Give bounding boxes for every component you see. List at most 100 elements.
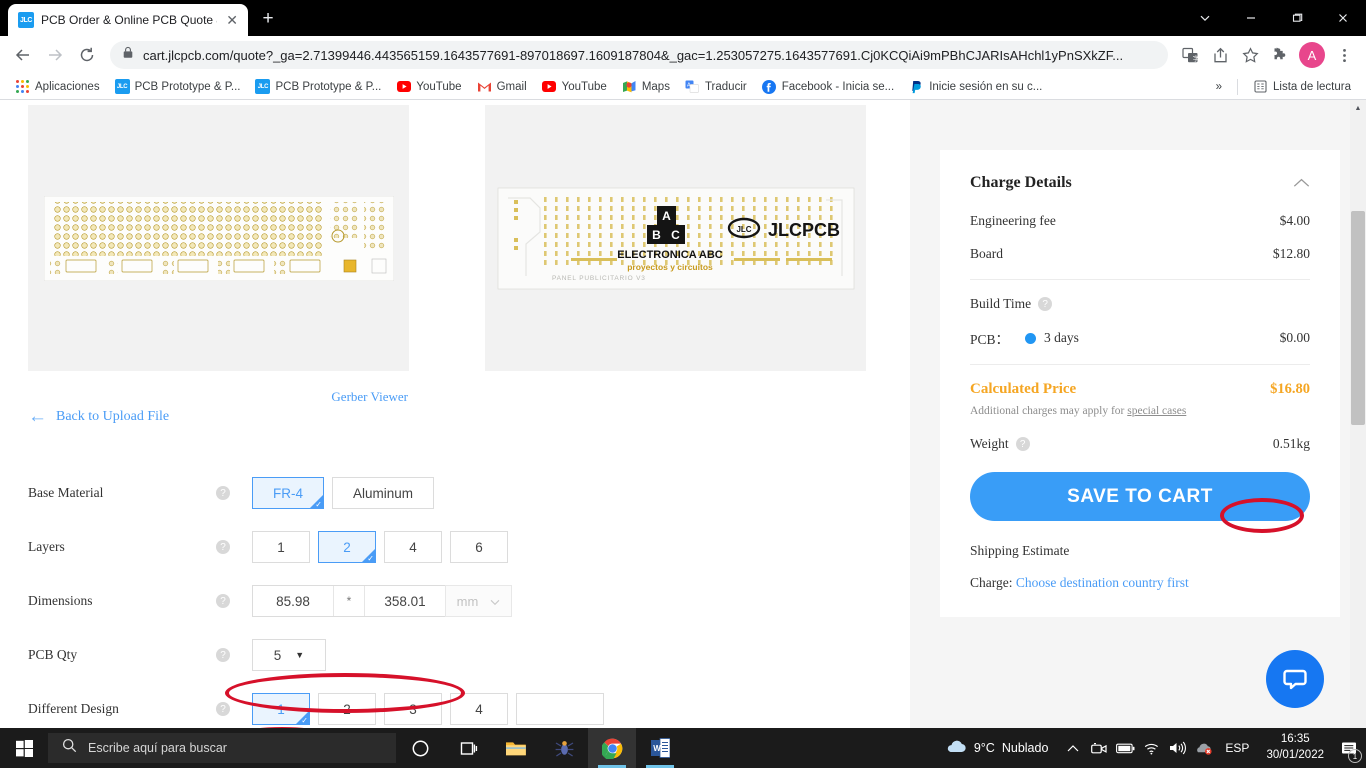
- base-material-option-aluminum[interactable]: Aluminum: [332, 477, 434, 509]
- dimension-unit-select[interactable]: mm: [445, 585, 512, 617]
- avatar[interactable]: A: [1299, 42, 1325, 68]
- word-button[interactable]: W: [636, 728, 684, 768]
- help-icon[interactable]: ?: [1015, 437, 1030, 451]
- bookmark-item-youtube-2[interactable]: YouTube: [536, 76, 613, 97]
- special-cases-link[interactable]: special cases: [1127, 405, 1186, 417]
- language-indicator[interactable]: ESP: [1216, 741, 1258, 755]
- option-label: 1: [277, 539, 285, 555]
- bookmark-item-gmail[interactable]: Gmail: [471, 76, 533, 97]
- different-design-option-4[interactable]: 4: [450, 693, 508, 725]
- svg-text:JLC: JLC: [736, 225, 751, 234]
- build-time-row: Build Time ?: [970, 296, 1310, 312]
- different-design-option-2[interactable]: 2: [318, 693, 376, 725]
- task-view-button[interactable]: [444, 728, 492, 768]
- cortana-button[interactable]: [396, 728, 444, 768]
- back-to-upload-row[interactable]: ← Back to Upload File: [0, 405, 910, 426]
- forward-navigation-icon[interactable]: [40, 40, 70, 70]
- clock-widget[interactable]: 16:35 30/01/2022: [1258, 732, 1332, 763]
- base-material-option-fr4[interactable]: FR-4 ✓: [252, 477, 324, 509]
- notification-count-badge: 1: [1348, 749, 1362, 763]
- help-icon[interactable]: ?: [216, 648, 230, 662]
- minimize-icon[interactable]: [1228, 0, 1274, 36]
- dimension-width-input[interactable]: 85.98: [253, 586, 333, 616]
- scrollbar-thumb[interactable]: [1351, 211, 1365, 425]
- charge-label: Board: [970, 246, 1003, 261]
- share-icon[interactable]: [1206, 41, 1234, 69]
- chevron-down-icon[interactable]: [1182, 0, 1228, 36]
- summary-column: Charge Details Engineering fee $4.00 Boa…: [910, 100, 1350, 740]
- charge-value: $4.00: [1279, 213, 1310, 228]
- layers-option-1[interactable]: 1: [252, 531, 310, 563]
- dimensions-inputs: 85.98 * 358.01: [252, 585, 446, 617]
- layers-option-4[interactable]: 4: [384, 531, 442, 563]
- bookmark-item-pcb-prototype-2[interactable]: JLC PCB Prototype & P...: [249, 76, 387, 97]
- pcb-silkscreen-render-icon: A B C ELECTRONICA ABC proyectos y circui…: [497, 187, 854, 289]
- notifications-button[interactable]: 1: [1332, 728, 1366, 768]
- bookmark-label: Facebook - Inicia se...: [781, 80, 895, 93]
- svg-text:ELECTRONICA ABC: ELECTRONICA ABC: [617, 249, 723, 261]
- lock-icon: [122, 46, 134, 64]
- help-icon[interactable]: ?: [1038, 297, 1053, 311]
- start-button[interactable]: [0, 728, 48, 768]
- scroll-up-arrow-icon[interactable]: ▲: [1350, 100, 1366, 116]
- form-row-layers: Layers ? 1 2 ✓ 4 6: [28, 520, 910, 574]
- bookmark-star-icon[interactable]: [1236, 41, 1264, 69]
- file-explorer-button[interactable]: [492, 728, 540, 768]
- insect-icon: [555, 740, 573, 757]
- bookmark-item-aplicaciones[interactable]: Aplicaciones: [9, 76, 106, 97]
- address-bar[interactable]: cart.jlcpcb.com/quote?_ga=2.71399446.443…: [110, 41, 1168, 69]
- new-tab-button[interactable]: +: [254, 5, 282, 33]
- chrome-button[interactable]: [588, 728, 636, 768]
- radio-selected-icon[interactable]: [1025, 332, 1037, 344]
- weather-temp: 9°C: [973, 741, 995, 755]
- chevron-up-icon[interactable]: [1293, 176, 1310, 191]
- bookmark-item-facebook[interactable]: Facebook - Inicia se...: [756, 76, 901, 97]
- volume-icon[interactable]: [1164, 728, 1190, 768]
- extensions-puzzle-icon[interactable]: [1266, 41, 1294, 69]
- charge-value: $12.80: [1272, 246, 1310, 261]
- layers-option-6[interactable]: 6: [450, 531, 508, 563]
- dimension-height-input[interactable]: 358.01: [365, 586, 445, 616]
- chrome-menu-icon[interactable]: [1330, 41, 1358, 69]
- bookmark-item-pcb-prototype-1[interactable]: JLC PCB Prototype & P...: [109, 76, 247, 97]
- help-icon[interactable]: ?: [216, 594, 230, 608]
- browser-tab[interactable]: JLC PCB Order & Online PCB Quote & ✕: [8, 4, 248, 36]
- bookmark-item-paypal[interactable]: Inicie sesión en su c...: [903, 76, 1048, 97]
- jlcpcb-icon: JLC: [255, 79, 271, 94]
- different-design-option-1[interactable]: 1 ✓: [252, 693, 310, 725]
- translate-page-icon[interactable]: 字: [1176, 41, 1204, 69]
- different-design-option-3[interactable]: 3: [384, 693, 442, 725]
- show-hidden-icons-chevron-icon[interactable]: [1060, 728, 1086, 768]
- different-design-option-custom[interactable]: [516, 693, 604, 725]
- close-icon[interactable]: ✕: [224, 13, 240, 27]
- save-to-cart-button[interactable]: SAVE TO CART: [970, 472, 1310, 521]
- help-icon[interactable]: ?: [216, 702, 230, 716]
- reading-list-button[interactable]: Lista de lectura: [1247, 76, 1357, 97]
- taskbar-search-input[interactable]: Escribe aquí para buscar: [48, 733, 396, 763]
- chat-support-button[interactable]: [1266, 650, 1324, 708]
- weather-widget[interactable]: 9°C Nublado: [933, 739, 1061, 757]
- gerber-viewer-link[interactable]: Gerber Viewer: [331, 389, 408, 405]
- pcb-qty-select[interactable]: 5 ▼: [252, 639, 326, 671]
- close-window-icon[interactable]: [1320, 0, 1366, 36]
- meet-now-icon[interactable]: [1086, 728, 1112, 768]
- maximize-icon[interactable]: [1274, 0, 1320, 36]
- bookmark-item-traducir[interactable]: A Traducir: [679, 76, 753, 97]
- page-scrollbar[interactable]: ▲ ▼: [1350, 100, 1366, 740]
- bookmark-item-maps[interactable]: Maps: [616, 76, 676, 97]
- bookmark-item-youtube-1[interactable]: YouTube: [390, 76, 467, 97]
- pcb-preview-silkscreen[interactable]: A B C ELECTRONICA ABC proyectos y circui…: [485, 105, 866, 371]
- layers-option-2[interactable]: 2 ✓: [318, 531, 376, 563]
- wifi-icon[interactable]: [1138, 728, 1164, 768]
- battery-icon[interactable]: [1112, 728, 1138, 768]
- app-button-bug[interactable]: [540, 728, 588, 768]
- help-icon[interactable]: ?: [216, 486, 230, 500]
- reload-icon[interactable]: [72, 40, 102, 70]
- back-navigation-icon[interactable]: [8, 40, 38, 70]
- help-icon[interactable]: ?: [216, 540, 230, 554]
- onedrive-error-icon[interactable]: [1190, 728, 1216, 768]
- order-config-column: A B C ELECTRONICA ABC proyectos y circui…: [0, 100, 910, 740]
- pcb-preview-top[interactable]: [28, 105, 409, 371]
- choose-country-link[interactable]: Choose destination country first: [1016, 575, 1189, 590]
- bookmarks-overflow-button[interactable]: »: [1210, 78, 1228, 96]
